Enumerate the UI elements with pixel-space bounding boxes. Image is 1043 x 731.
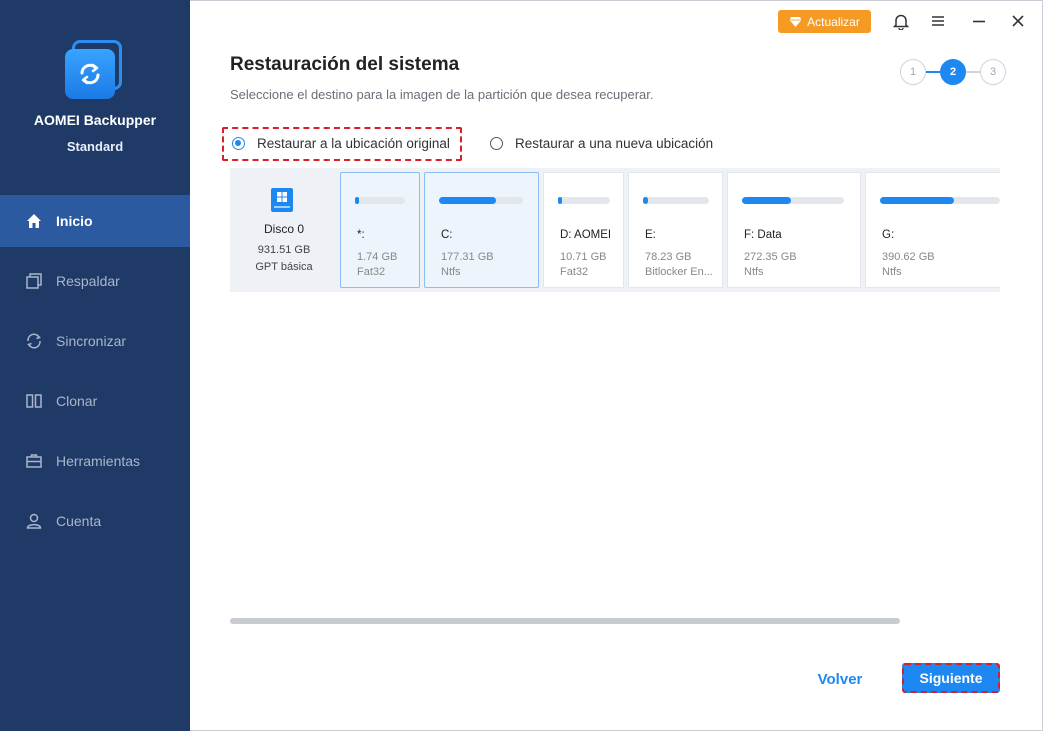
bell-icon[interactable]: [891, 11, 911, 31]
app-edition: Standard: [66, 139, 124, 154]
menu-icon[interactable]: [928, 11, 948, 31]
clone-icon: [24, 391, 44, 411]
usage-bar: [880, 197, 955, 204]
partition-fs: Bitlocker En...: [645, 266, 713, 278]
toolbox-icon: [24, 451, 44, 471]
radio-original[interactable]: [232, 136, 245, 150]
partition-name: C:: [441, 229, 453, 241]
step-indicator: 1 2 3: [900, 59, 1010, 85]
disk-name: Disco 0: [263, 222, 304, 236]
step-connector: [926, 71, 940, 73]
partition-g[interactable]: G: 390.62 GB Ntfs: [865, 172, 1000, 288]
horizontal-scrollbar[interactable]: [230, 618, 900, 624]
partition-fs: Ntfs: [882, 266, 902, 278]
page-subtitle: Seleccione el destino para la imagen de …: [230, 87, 654, 102]
partition-fs: Fat32: [560, 266, 589, 278]
sidebar-item-label: Cuenta: [56, 513, 102, 529]
sidebar-item-clonar[interactable]: Clonar: [0, 375, 190, 427]
option-original-label: Restaurar a la ubicación original: [257, 135, 450, 151]
usage-bar: [558, 197, 563, 204]
main-panel: Actualizar Restauración del sistema Sele…: [190, 0, 1043, 731]
upgrade-label: Actualizar: [807, 14, 860, 29]
partition-name: F: Data: [744, 229, 782, 241]
partition-size: 390.62 GB: [882, 251, 935, 263]
sidebar-item-label: Sincronizar: [56, 333, 127, 349]
usage-bar: [643, 197, 649, 204]
upgrade-button[interactable]: Actualizar: [778, 10, 871, 33]
step-1: 1: [900, 59, 926, 85]
home-icon: [24, 211, 44, 231]
partition-size: 1.74 GB: [357, 251, 398, 263]
partition-c[interactable]: C: 177.31 GB Ntfs: [424, 172, 539, 288]
step-2: 2: [940, 59, 966, 85]
app-logo: [62, 40, 124, 102]
partition-name: D: AOMEI: [560, 229, 612, 241]
sync-logo-icon: [80, 63, 100, 85]
sidebar-item-sincronizar[interactable]: Sincronizar: [0, 315, 190, 367]
step-connector: [966, 71, 980, 73]
user-icon: [24, 511, 44, 531]
step-3: 3: [980, 59, 1006, 85]
next-button[interactable]: Siguiente: [902, 663, 1000, 693]
backup-icon: [24, 271, 44, 291]
diamond-icon: [789, 16, 802, 27]
sidebar-item-label: Clonar: [56, 393, 98, 409]
partition-size: 272.35 GB: [744, 251, 797, 263]
sidebar-item-label: Respaldar: [56, 273, 120, 289]
partition-fs: Ntfs: [441, 266, 461, 278]
partition-size: 10.71 GB: [560, 251, 607, 263]
disk-size: 931.51 GB: [257, 244, 311, 256]
sync-icon: [24, 331, 44, 351]
partition-fs: Fat32: [357, 266, 386, 278]
partition-star[interactable]: *: 1.74 GB Fat32: [340, 172, 420, 288]
partition-d[interactable]: D: AOMEI 10.71 GB Fat32: [543, 172, 624, 288]
partition-name: E:: [645, 229, 656, 241]
back-button[interactable]: Volver: [802, 665, 878, 693]
partition-f[interactable]: F: Data 272.35 GB Ntfs: [727, 172, 861, 288]
partition-size: 78.23 GB: [645, 251, 692, 263]
option-original-location[interactable]: Restaurar a la ubicación original: [232, 131, 450, 155]
radio-new[interactable]: [490, 136, 503, 150]
sidebar-item-label: Inicio: [56, 213, 93, 229]
partition-fs: Ntfs: [744, 266, 764, 278]
partition-size: 177.31 GB: [441, 251, 494, 263]
sidebar-item-label: Herramientas: [56, 453, 141, 469]
disk-drive-icon: [271, 188, 293, 212]
partition-e[interactable]: E: 78.23 GB Bitlocker En...: [628, 172, 723, 288]
sidebar-item-respaldar[interactable]: Respaldar: [0, 255, 190, 307]
partition-name: *:: [357, 229, 365, 241]
app-name: AOMEI Backupper: [33, 112, 157, 128]
option-new-location[interactable]: Restaurar a una nueva ubicación: [490, 131, 713, 155]
sidebar: AOMEI Backupper Standard Inicio Respalda…: [0, 0, 190, 731]
usage-bar: [742, 197, 791, 204]
minimize-icon[interactable]: [969, 11, 989, 31]
disk-type: GPT básica: [255, 261, 313, 273]
sidebar-item-inicio[interactable]: Inicio: [0, 195, 190, 247]
partition-name: G:: [882, 229, 895, 241]
sidebar-item-cuenta[interactable]: Cuenta: [0, 495, 190, 547]
usage-bar: [355, 197, 359, 204]
close-icon[interactable]: [1008, 11, 1028, 31]
usage-bar: [439, 197, 497, 204]
page-title: Restauración del sistema: [230, 54, 460, 75]
option-new-label: Restaurar a una nueva ubicación: [515, 135, 714, 151]
disk-info[interactable]: Disco 0 931.51 GB GPT básica: [230, 168, 338, 292]
sidebar-item-herramientas[interactable]: Herramientas: [0, 435, 190, 487]
disk-map: Disco 0 931.51 GB GPT básica *: 1.74 GB …: [230, 168, 1000, 292]
